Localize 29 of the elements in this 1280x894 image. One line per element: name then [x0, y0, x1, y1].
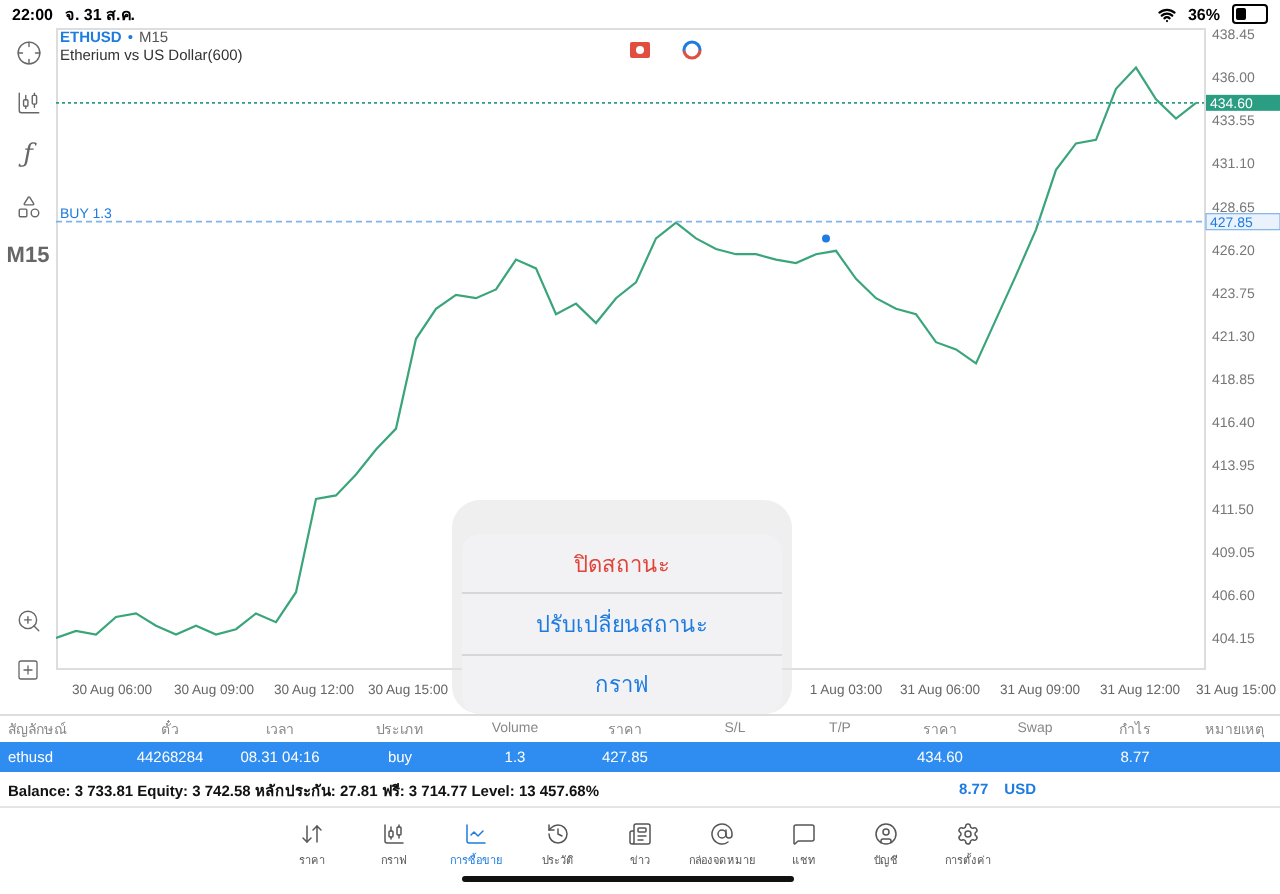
status-time: 22:00	[12, 5, 53, 23]
timeframe-button[interactable]: M15	[6, 244, 50, 268]
candlestick-icon[interactable]	[15, 90, 41, 116]
indicator-button[interactable]: ƒ	[23, 140, 33, 170]
line-chart-icon	[464, 822, 488, 846]
action-sheet-item[interactable]: ปรับเปลี่ยนสถานะ	[462, 594, 782, 656]
candlestick-icon	[382, 822, 406, 846]
user-icon	[874, 822, 898, 846]
settings-icon	[956, 822, 980, 846]
crosshair-icon[interactable]	[15, 40, 41, 66]
arrows-icon	[300, 822, 324, 846]
wifi-icon	[1157, 5, 1176, 23]
order-marker-icon	[822, 234, 830, 243]
chat-icon	[792, 822, 816, 846]
price-tag	[1206, 94, 1280, 111]
action-sheet-item[interactable]: กราฟ	[462, 655, 782, 714]
price-tag	[1205, 213, 1280, 231]
add-icon[interactable]	[16, 658, 40, 682]
status-date: จ. 31 ส.ค.	[64, 3, 135, 27]
battery-icon	[1232, 4, 1268, 24]
action-sheet-item[interactable]: ปิดสถานะ	[462, 534, 782, 595]
shapes-icon[interactable]	[15, 194, 41, 220]
battery-percent: 36%	[1187, 5, 1220, 23]
camera-icon[interactable]	[630, 42, 650, 58]
zoom-icon[interactable]	[15, 608, 41, 634]
newspaper-icon	[628, 822, 652, 846]
at-sign-icon	[710, 822, 734, 846]
refresh-icon[interactable]	[682, 40, 702, 60]
history-icon	[546, 822, 570, 846]
